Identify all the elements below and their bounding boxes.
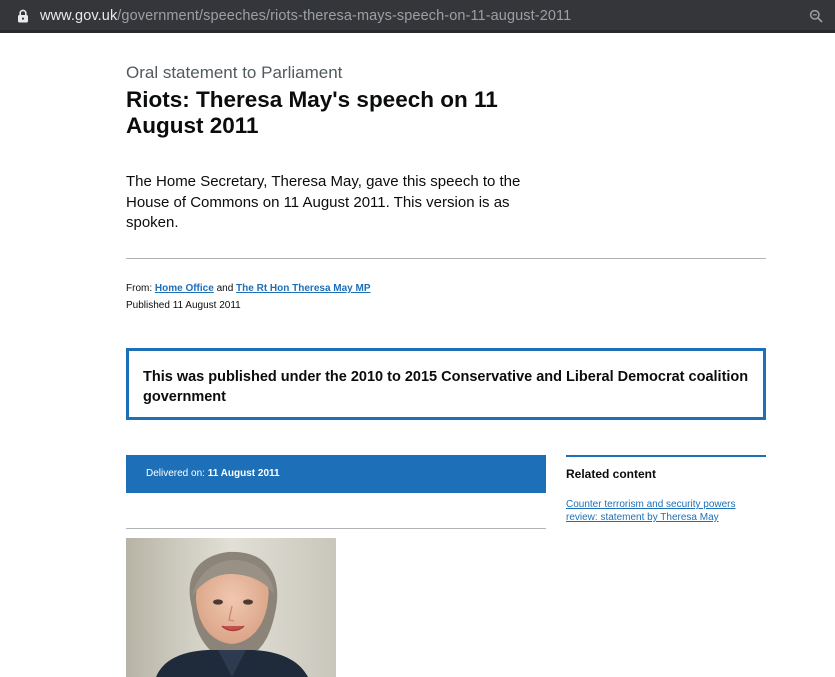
related-content-heading: Related content <box>566 467 657 481</box>
divider <box>126 528 546 529</box>
history-notice-text: This was published under the 2010 to 201… <box>143 369 749 405</box>
document-type-label: Oral statement to Parliament <box>126 63 343 82</box>
page-description: The Home Secretary, Theresa May, gave th… <box>126 173 521 231</box>
delivered-label: Delivered on: <box>146 468 205 479</box>
divider <box>126 258 766 259</box>
url-text[interactable]: www.gov.uk/government/speeches/riots-the… <box>40 8 571 24</box>
browser-address-bar[interactable]: www.gov.uk/government/speeches/riots-the… <box>0 0 835 33</box>
from-label: From: <box>126 283 153 294</box>
history-notice: This was published under the 2010 to 201… <box>126 348 766 420</box>
org-link-home-office[interactable]: Home Office <box>155 283 214 294</box>
and-label: and <box>216 283 234 294</box>
publication-metadata: From: Home Office and The Rt Hon Theresa… <box>126 280 371 314</box>
url-domain: www.gov.uk <box>40 8 118 24</box>
lock-icon <box>18 9 28 23</box>
page-title: Riots: Theresa May's speech on 11 August… <box>126 87 498 138</box>
from-line: From: Home Office and The Rt Hon Theresa… <box>126 280 371 297</box>
delivered-on-banner: Delivered on: 11 August 2011 <box>126 455 546 493</box>
related-content-link[interactable]: Counter terrorism and security powers re… <box>566 498 766 524</box>
delivered-date: 11 August 2011 <box>207 468 280 479</box>
related-content: Related content Counter terrorism and se… <box>566 455 766 524</box>
url-path: /government/speeches/riots-theresa-mays-… <box>117 8 572 24</box>
published-date: Published 11 August 2011 <box>126 300 241 311</box>
zoom-icon[interactable] <box>809 9 823 23</box>
org-link-theresa-may[interactable]: The Rt Hon Theresa May MP <box>236 283 370 294</box>
speaker-photo <box>126 538 336 677</box>
